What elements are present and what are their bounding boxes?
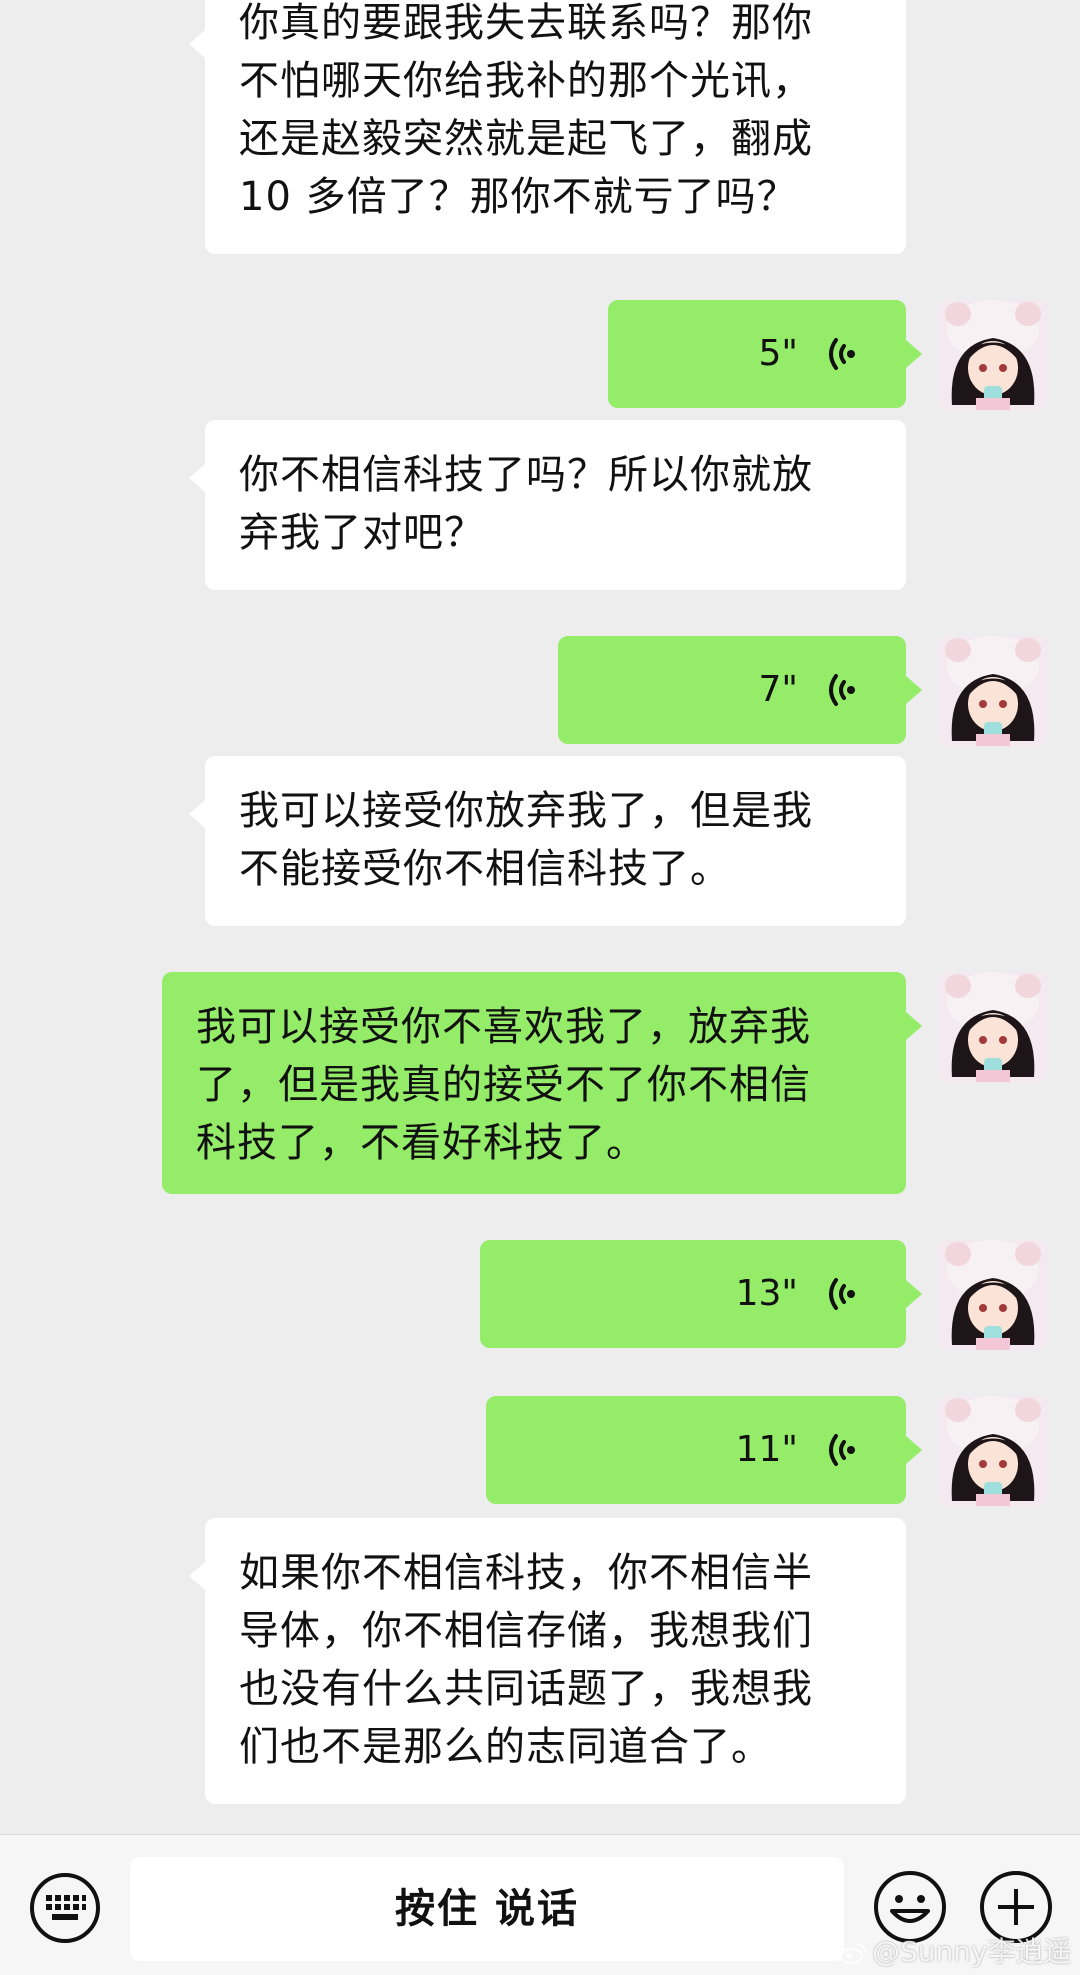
avatar-image	[938, 636, 1048, 746]
message-line: 导体，你不相信存储，我想我们	[239, 1608, 813, 1654]
voice-wave-icon	[829, 338, 855, 370]
voice-duration: 13"	[735, 1273, 798, 1314]
message-line: 如果你不相信科技，你不相信半	[239, 1550, 813, 1596]
incoming-text-bubble[interactable]: 如果你不相信科技，你不相信半 导体，你不相信存储，我想我们 也没有什么共同话题了…	[189, 1518, 906, 1804]
voice-duration: 7"	[758, 669, 798, 710]
avatar[interactable]	[938, 972, 1048, 1082]
avatar-image	[938, 972, 1048, 1082]
voice-message-bubble[interactable]: 11"	[486, 1396, 922, 1504]
message-line: 你真的要跟我失去联系吗？那你	[239, 0, 813, 46]
message-line: 你不相信科技了吗？所以你就放	[239, 452, 813, 498]
weibo-logo	[839, 1944, 866, 1964]
message-line: 10 多倍了？那你不就亏了吗？	[239, 174, 798, 220]
message-line: 不能接受你不相信科技了。	[239, 846, 731, 892]
voice-duration: 5"	[758, 333, 798, 374]
voice-duration: 11"	[735, 1429, 798, 1470]
watermark-text: @Sunny李逍遥	[872, 1935, 1072, 1968]
message-line: 了，但是我真的接受不了你不相信	[196, 1062, 811, 1108]
voice-wave-icon	[829, 674, 855, 706]
avatar[interactable]	[938, 1396, 1048, 1506]
voice-wave-icon	[829, 1434, 855, 1466]
avatar[interactable]	[938, 1240, 1048, 1350]
message-line: 我可以接受你放弃我了，但是我	[239, 788, 813, 834]
watermark: @Sunny李逍遥	[838, 1930, 1072, 1970]
voice-message-bubble[interactable]: 7"	[558, 636, 922, 744]
incoming-text-bubble[interactable]: 你真的要跟我失去联系吗？那你 不怕哪天你给我补的那个光讯， 还是赵毅突然就是起飞…	[189, 0, 906, 254]
avatar-image	[938, 300, 1048, 410]
avatar-image	[938, 1396, 1048, 1506]
chat-area: 你真的要跟我失去联系吗？那你 不怕哪天你给我补的那个光讯， 还是赵毅突然就是起飞…	[0, 0, 1080, 1834]
avatar[interactable]	[938, 636, 1048, 746]
voice-wave-icon	[829, 1278, 855, 1310]
message-line: 我可以接受你不喜欢我了，放弃我	[196, 1004, 811, 1050]
incoming-text-bubble[interactable]: 我可以接受你放弃我了，但是我 不能接受你不相信科技了。	[189, 756, 906, 926]
incoming-text-bubble[interactable]: 你不相信科技了吗？所以你就放 弃我了对吧？	[189, 420, 906, 590]
message-line: 科技了，不看好科技了。	[196, 1120, 647, 1166]
voice-message-bubble[interactable]: 13"	[480, 1240, 922, 1348]
hold-to-talk-button[interactable]: 按住 说话	[130, 1857, 844, 1961]
avatar[interactable]	[938, 300, 1048, 410]
message-line: 不怕哪天你给我补的那个光讯，	[239, 58, 813, 104]
outgoing-text-bubble[interactable]: 我可以接受你不喜欢我了，放弃我 了，但是我真的接受不了你不相信 科技了，不看好科…	[162, 972, 922, 1194]
message-line: 还是赵毅突然就是起飞了，翻成	[239, 116, 813, 162]
voice-message-bubble[interactable]: 5"	[608, 300, 922, 408]
message-line: 们也不是那么的志同道合了。	[239, 1724, 772, 1770]
message-line: 也没有什么共同话题了，我想我	[239, 1666, 813, 1712]
avatar-image	[938, 1240, 1048, 1350]
message-line: 弃我了对吧？	[239, 510, 485, 556]
keyboard-icon[interactable]	[28, 1871, 102, 1945]
